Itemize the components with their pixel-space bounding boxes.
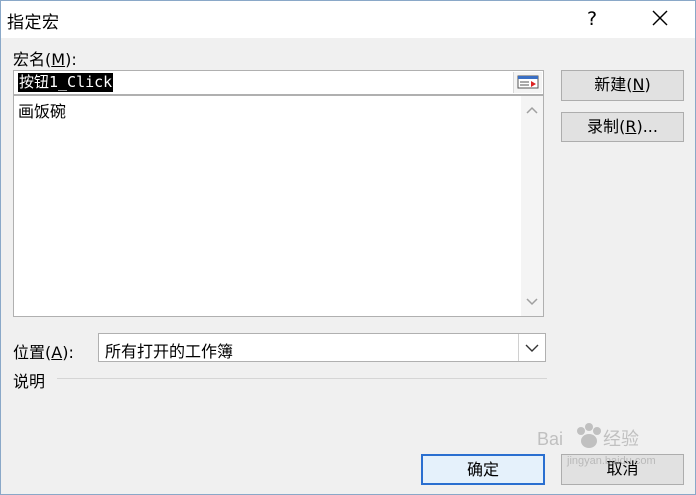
- location-dropdown-button[interactable]: [518, 334, 545, 361]
- list-item[interactable]: 画饭碗: [18, 98, 66, 122]
- svg-text:Bai: Bai: [537, 429, 563, 449]
- location-label: 位置(A):: [13, 343, 74, 362]
- cancel-button[interactable]: 取消: [561, 454, 684, 485]
- location-value: 所有打开的工作簿: [105, 342, 234, 361]
- macro-picker-button[interactable]: [513, 72, 542, 93]
- close-button[interactable]: [643, 5, 677, 33]
- description-divider: [57, 378, 547, 379]
- title-bar: 指定宏 ?: [1, 1, 695, 38]
- help-icon: ?: [586, 8, 598, 30]
- range-picker-icon: [517, 75, 539, 89]
- baidu-paw-logo: Bai 经验: [537, 423, 639, 450]
- record-button[interactable]: 录制(R)...: [561, 112, 684, 142]
- scroll-down-icon[interactable]: [525, 294, 539, 308]
- macro-name-input[interactable]: 按钮1_Click: [13, 70, 544, 95]
- assign-macro-dialog: 指定宏 ? 宏名(M): 按钮1_Click 画饭碗 新建(N) 录制(R)..…: [0, 0, 696, 495]
- description-label: 说明: [13, 372, 46, 391]
- dialog-title: 指定宏: [7, 13, 60, 33]
- close-icon: [652, 10, 668, 26]
- chevron-down-icon: [525, 344, 539, 352]
- list-scrollbar[interactable]: [521, 96, 543, 316]
- ok-button[interactable]: 确定: [421, 454, 545, 485]
- help-button[interactable]: ?: [577, 5, 607, 33]
- macro-name-label: 宏名(M):: [13, 50, 77, 69]
- svg-text:经验: 经验: [603, 429, 639, 450]
- scroll-up-icon[interactable]: [525, 104, 539, 118]
- macro-list[interactable]: 画饭碗: [13, 95, 544, 317]
- new-button[interactable]: 新建(N): [561, 70, 684, 101]
- location-select[interactable]: 所有打开的工作簿: [98, 333, 546, 362]
- macro-name-value: 按钮1_Click: [18, 73, 114, 92]
